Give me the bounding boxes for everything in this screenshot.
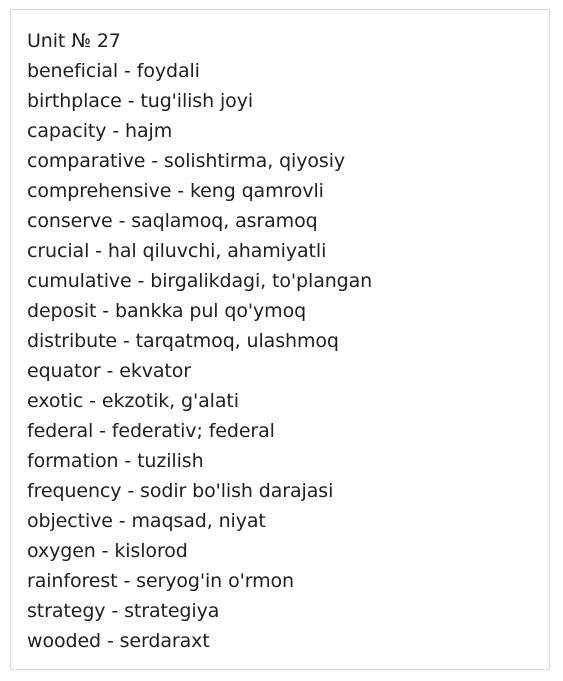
vocab-entry: birthplace - tug'ilish joyi [27, 90, 254, 112]
vocab-entry: rainforest - seryog'in o'rmon [27, 570, 294, 592]
vocab-entry: distribute - tarqatmoq, ulashmoq [27, 330, 339, 352]
vocab-entry: oxygen - kislorod [27, 540, 188, 562]
vocab-entry: strategy - strategiya [27, 600, 220, 622]
vocabulary-content: Unit № 27 beneficial - foydali birthplac… [27, 26, 539, 656]
vocab-entry: equator - ekvator [27, 360, 192, 382]
unit-title: Unit № 27 [27, 30, 121, 52]
vocab-entry: conserve - saqlamoq, asramoq [27, 210, 318, 232]
vocab-entry: federal - federativ; federal [27, 420, 275, 442]
vocab-entry: formation - tuzilish [27, 450, 204, 472]
vocab-entry: crucial - hal qiluvchi, ahamiyatli [27, 240, 327, 262]
vocab-entry: objective - maqsad, niyat [27, 510, 266, 532]
vocab-entry: deposit - bankka pul qo'ymoq [27, 300, 307, 322]
vocab-entry: comparative - solishtirma, qiyosiy [27, 150, 346, 172]
vocab-entry: frequency - sodir bo'lish darajasi [27, 480, 334, 502]
vocab-entry: comprehensive - keng qamrovli [27, 180, 324, 202]
vocab-entry: capacity - hajm [27, 120, 173, 142]
vocab-entry: beneficial - foydali [27, 60, 200, 82]
vocab-entry: wooded - serdaraxt [27, 630, 210, 652]
vocab-entry: exotic - ekzotik, g'alati [27, 390, 239, 412]
vocab-entry: cumulative - birgalikdagi, to'plangan [27, 270, 373, 292]
vocabulary-card: Unit № 27 beneficial - foydali birthplac… [10, 9, 550, 670]
